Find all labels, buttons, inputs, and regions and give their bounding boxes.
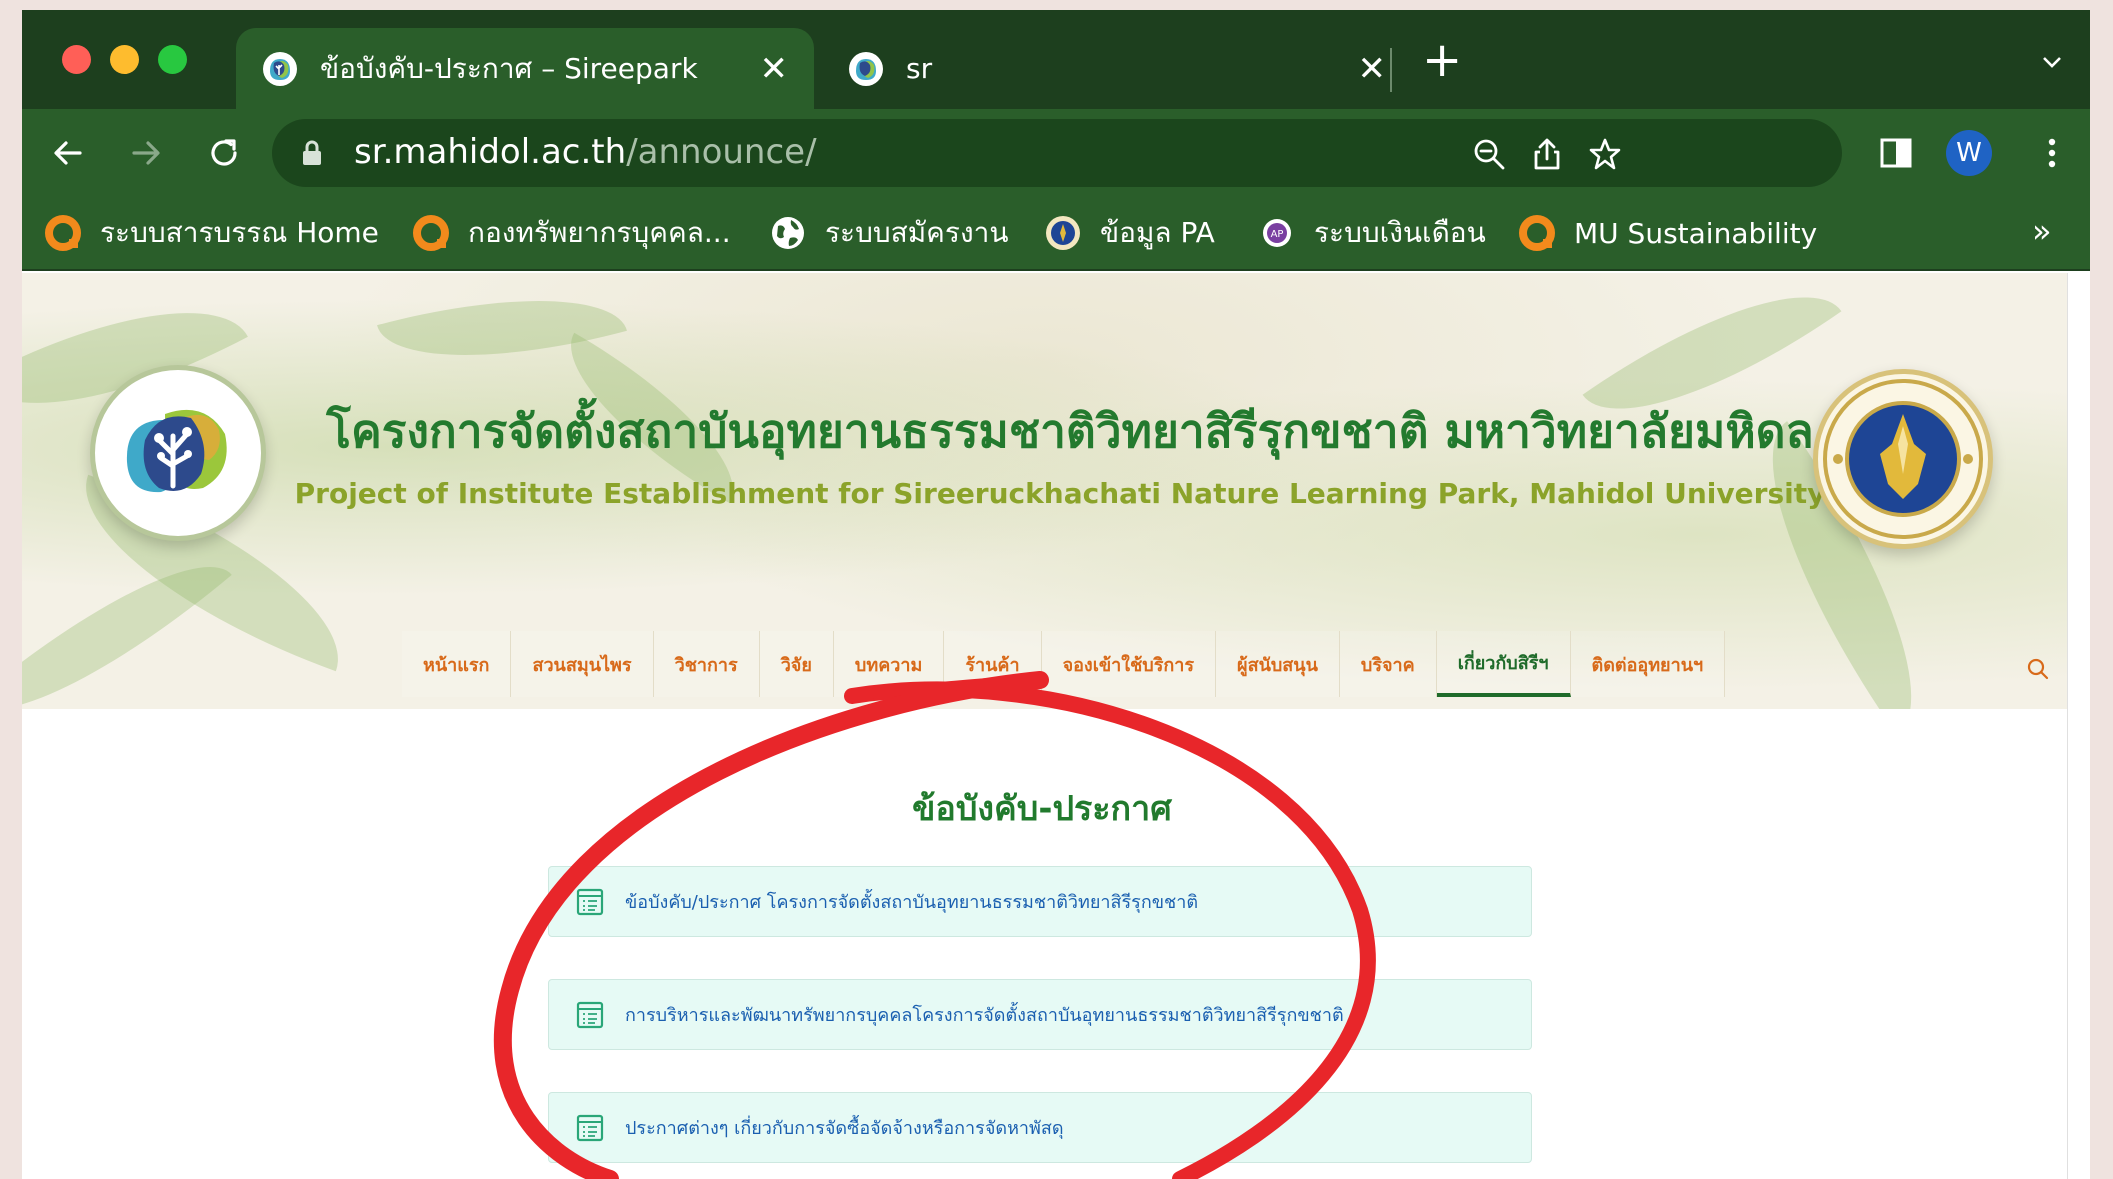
main-navigation: หน้าแรก สวนสมุนไพร วิชาการ วิจัย บทความ … bbox=[402, 631, 1726, 697]
nav-donate[interactable]: บริจาค bbox=[1339, 631, 1437, 697]
orange-ring-icon bbox=[45, 215, 81, 251]
share-icon[interactable] bbox=[1530, 137, 1564, 171]
back-arrow-icon[interactable] bbox=[50, 135, 86, 171]
bookmark-label: ระบบสารบรรณ Home bbox=[100, 216, 379, 249]
tab-announce[interactable]: ข้อบังคับ-ประกาศ – Sireepark ✕ bbox=[236, 28, 814, 109]
bookmark-item[interactable]: ระบบสมัครงาน bbox=[769, 212, 1008, 254]
page-title: ข้อบังคับ-ประกาศ bbox=[912, 789, 1172, 829]
announcement-item[interactable]: การบริหารและพัฒนาทรัพยากรบุคคลโครงการจัด… bbox=[548, 979, 1532, 1050]
tab-strip: ข้อบังคับ-ประกาศ – Sireepark ✕ sr ✕ + bbox=[22, 10, 2090, 109]
bookmark-item[interactable]: กองทรัพยากรบุคคล... bbox=[412, 212, 731, 254]
nav-sponsors[interactable]: ผู้สนับสนุน bbox=[1216, 631, 1340, 697]
globe-icon bbox=[772, 217, 804, 249]
url-text[interactable]: sr.mahidol.ac.th/announce/ bbox=[354, 132, 817, 172]
orange-ring-icon bbox=[413, 215, 449, 251]
document-list-icon bbox=[576, 888, 604, 915]
bookmark-item[interactable]: AP ระบบเงินเดือน bbox=[1258, 212, 1486, 254]
bookmark-label: MU Sustainability bbox=[1574, 216, 1818, 250]
seal-icon bbox=[1046, 216, 1080, 250]
orange-ring-icon bbox=[1519, 215, 1555, 251]
announcement-item[interactable]: ข้อบังคับ/ประกาศ โครงการจัดตั้งสถาบันอุท… bbox=[548, 866, 1532, 937]
nav-shop[interactable]: ร้านค้า bbox=[944, 631, 1042, 697]
bookmark-label: ระบบสมัครงาน bbox=[825, 216, 1009, 249]
nav-home[interactable]: หน้าแรก bbox=[402, 631, 512, 697]
nav-research[interactable]: วิจัย bbox=[759, 631, 834, 697]
bookmark-label: ข้อมูล PA bbox=[1100, 216, 1215, 249]
university-seal-icon bbox=[1823, 379, 1983, 539]
lock-icon[interactable] bbox=[300, 139, 324, 167]
forward-arrow-icon[interactable] bbox=[128, 135, 164, 171]
tab-sr[interactable]: sr ✕ bbox=[822, 28, 1412, 109]
site-title-english: Project of Institute Establishment for S… bbox=[294, 477, 1826, 510]
menu-kebab-icon[interactable] bbox=[2034, 135, 2070, 171]
bookmark-label: ระบบเงินเดือน bbox=[1314, 216, 1486, 249]
browser-toolbar: sr.mahidol.ac.th/announce/ W bbox=[22, 109, 2090, 194]
chevron-down-icon[interactable] bbox=[2042, 52, 2062, 72]
bookmark-item[interactable]: ระบบสารบรรณ Home bbox=[44, 212, 379, 254]
site-title-thai: โครงการจัดตั้งสถาบันอุทยานธรรมชาติวิทยาส… bbox=[326, 404, 1814, 458]
site-favicon-icon bbox=[849, 51, 883, 86]
url-host: sr.mahidol.ac.th bbox=[354, 132, 627, 172]
tab-title: sr bbox=[906, 52, 933, 85]
tab-title: ข้อบังคับ-ประกาศ – Sireepark bbox=[320, 51, 698, 85]
address-bar[interactable]: sr.mahidol.ac.th/announce/ bbox=[272, 119, 1842, 187]
announcement-item[interactable]: ประกาศต่างๆ เกี่ยวกับการจัดซื้อจัดจ้างหร… bbox=[548, 1092, 1532, 1163]
tab-close-icon[interactable]: ✕ bbox=[1358, 52, 1387, 86]
bookmark-star-icon[interactable] bbox=[1588, 137, 1622, 171]
browser-window: ข้อบังคับ-ประกาศ – Sireepark ✕ sr ✕ + sr… bbox=[22, 10, 2090, 1179]
site-header: โครงการจัดตั้งสถาบันอุทยานธรรมชาติวิทยาส… bbox=[22, 273, 2068, 709]
search-icon[interactable] bbox=[2027, 658, 2049, 680]
announcement-link[interactable]: ประกาศต่างๆ เกี่ยวกับการจัดซื้อจัดจ้างหร… bbox=[625, 1113, 1064, 1142]
bookmark-item[interactable]: MU Sustainability bbox=[1518, 212, 1817, 254]
announcement-link[interactable]: ข้อบังคับ/ประกาศ โครงการจัดตั้งสถาบันอุท… bbox=[625, 887, 1198, 916]
nav-herb-garden[interactable]: สวนสมุนไพร bbox=[511, 631, 654, 697]
nav-articles[interactable]: บทความ bbox=[833, 631, 945, 697]
nav-academic[interactable]: วิชาการ bbox=[653, 631, 760, 697]
document-list-icon bbox=[576, 1114, 604, 1141]
bookmark-label: กองทรัพยากรบุคคล... bbox=[468, 216, 731, 249]
purple-badge-icon: AP bbox=[1263, 219, 1291, 247]
nav-about[interactable]: เกี่ยวกับสิรีฯ bbox=[1436, 631, 1571, 697]
tab-close-icon[interactable]: ✕ bbox=[760, 52, 789, 86]
minimize-window-button[interactable] bbox=[110, 45, 139, 74]
page-scrollbar[interactable] bbox=[2067, 273, 2068, 1179]
url-path: /announce/ bbox=[626, 132, 817, 172]
nav-contact[interactable]: ติดต่ออุทยานฯ bbox=[1570, 631, 1726, 697]
document-list-icon bbox=[576, 1001, 604, 1028]
tab-divider bbox=[1390, 48, 1392, 92]
nav-booking[interactable]: จองเข้าใช้บริการ bbox=[1041, 631, 1217, 697]
zoom-icon[interactable] bbox=[1472, 137, 1506, 171]
bookmark-item[interactable]: ข้อมูล PA bbox=[1044, 212, 1215, 254]
side-panel-icon[interactable] bbox=[1878, 135, 1914, 171]
page-content: ข้อบังคับ-ประกาศ ข้อบังคับ/ประกาศ โครงกา… bbox=[22, 709, 2068, 1179]
reload-icon[interactable] bbox=[206, 135, 242, 171]
announcement-link[interactable]: การบริหารและพัฒนาทรัพยากรบุคคลโครงการจัด… bbox=[625, 1000, 1344, 1029]
new-tab-button[interactable]: + bbox=[1422, 36, 1462, 84]
svg-text:AP: AP bbox=[1271, 229, 1284, 240]
bookmarks-bar: ระบบสารบรรณ Home กองทรัพยากรบุคคล... ระบ… bbox=[22, 194, 2090, 271]
bookmarks-overflow-button[interactable]: » bbox=[2032, 212, 2052, 250]
mahidol-university-seal[interactable] bbox=[1813, 369, 1993, 549]
site-favicon-icon bbox=[263, 51, 297, 86]
close-window-button[interactable] bbox=[62, 45, 91, 74]
profile-avatar[interactable]: W bbox=[1946, 130, 1992, 176]
maximize-window-button[interactable] bbox=[158, 45, 187, 74]
